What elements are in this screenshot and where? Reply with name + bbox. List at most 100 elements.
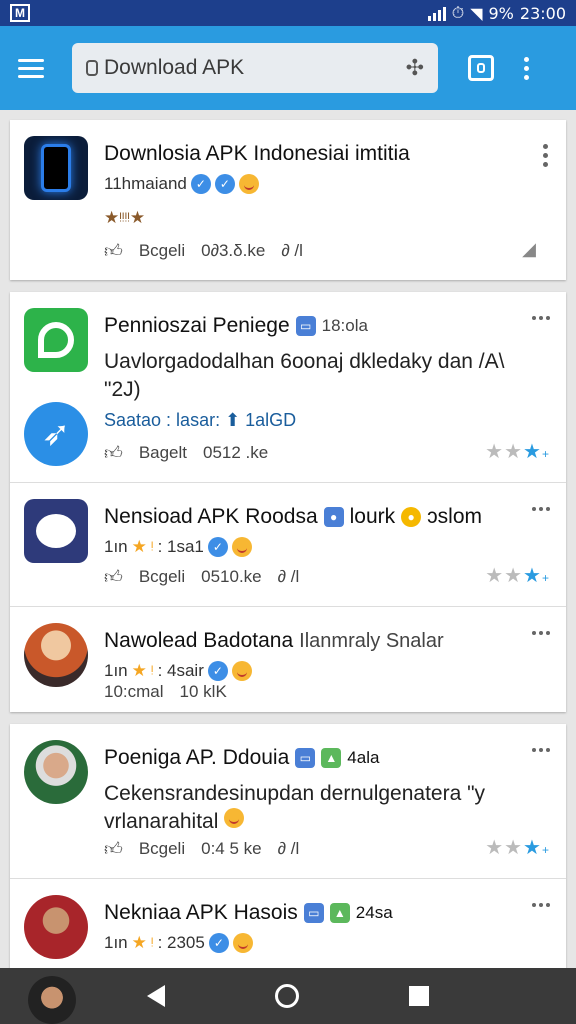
- wifi-icon: ◥: [470, 3, 483, 23]
- emoji-icon: [232, 933, 253, 953]
- like-icon[interactable]: 👍︎: [104, 240, 123, 262]
- post-row[interactable]: Nekniaa APK Hasois ▭ ▲ 24sa 1ın ★ ᵎ : 2305…: [10, 878, 566, 970]
- post-meta: 👍︎ Bcgeli 0:4 5 ke ∂ /l: [104, 838, 299, 860]
- more-options-icon[interactable]: [532, 903, 550, 907]
- lock-icon: [86, 60, 98, 76]
- status-bar: M ⏱ ◥ 9% 23:00: [0, 0, 576, 26]
- post-sub: 11hmaiand ✓ ✓: [104, 174, 259, 194]
- android-badge-icon: ▲: [321, 748, 342, 768]
- verified-badge-icon: ✓: [214, 174, 235, 194]
- clock: 23:00: [519, 3, 566, 23]
- more-options-icon[interactable]: [532, 316, 550, 320]
- like-icon[interactable]: 👍︎: [104, 838, 123, 860]
- more-options-icon[interactable]: [532, 507, 550, 511]
- views-count: 0512 .ke: [203, 443, 269, 462]
- phone-app-icon: [24, 136, 88, 200]
- post-title: Nensioad APK Roodsa ● lourk ● ɔslom: [104, 505, 483, 528]
- share-label[interactable]: ∂ /l: [281, 241, 303, 261]
- rating-stars: ★★★+: [485, 565, 550, 587]
- search-input[interactable]: Download APK ✣: [72, 43, 438, 93]
- post-meta: 10:cmal 10 klK: [104, 682, 227, 702]
- app-badge-icon: ▭: [295, 748, 316, 768]
- post-meta: 👍︎ Bcgeli 0510.ke ∂ /l: [104, 566, 299, 588]
- post-meta: 👍︎ Bagelt 0512 .ke: [104, 442, 268, 464]
- more-options-icon[interactable]: [532, 748, 550, 752]
- battery-percent: 9%: [488, 3, 514, 23]
- more-options-icon[interactable]: [543, 144, 548, 167]
- overflow-menu-icon[interactable]: [524, 56, 529, 80]
- rating-stars: ★★★+: [485, 441, 550, 463]
- like-label[interactable]: Bagelt: [139, 443, 187, 463]
- signal-icon: [427, 5, 446, 21]
- verified-badge-icon: ✓: [208, 933, 229, 953]
- post-row[interactable]: Nawolead Badotana Ilanmraly Snalar 1ın ★ ᵎ…: [10, 606, 566, 712]
- emoji-icon: [231, 537, 252, 557]
- post-row[interactable]: Nensioad APK Roodsa ● lourk ● ɔslom 1ın ★…: [10, 482, 566, 606]
- emoji-icon: [224, 808, 245, 828]
- like-label[interactable]: Bcgeli: [139, 241, 185, 261]
- post-row[interactable]: Pennioszai Peniege ▭ 18:ola Uavlorgadoda…: [10, 292, 566, 482]
- home-icon[interactable]: [275, 984, 299, 1008]
- post-title: Nekniaa APK Hasois ▭ ▲ 24sa: [104, 901, 393, 924]
- rating-stars: ★ᵎᵎᵎᵎ★: [104, 208, 146, 227]
- verified-badge-icon: ✓: [207, 661, 228, 681]
- android-badge-icon: ▲: [329, 903, 350, 923]
- post-sub: 1ın ★ ᵎ : 4sair ✓: [104, 661, 252, 681]
- post-link[interactable]: Saatao : lasar: ⬆ 1alGD: [104, 410, 296, 431]
- alarm-icon: ⏱: [451, 3, 465, 22]
- recents-icon[interactable]: [409, 986, 429, 1006]
- back-icon[interactable]: [147, 985, 165, 1007]
- tabs-button[interactable]: [468, 55, 494, 81]
- post-meta: 👍︎ Bcgeli 0∂3.δ.ke ∂ /l: [104, 240, 303, 262]
- post-card: Pennioszai Peniege ▭ 18:ola Uavlorgadoda…: [10, 292, 566, 712]
- emoji-icon: [231, 661, 252, 681]
- post-body: Cekensrandesinupdan dernulgenatera "y vr…: [104, 782, 486, 833]
- system-nav-bar: [0, 968, 576, 1024]
- post-row[interactable]: Poeniga AP. Ddouia ▭ ▲ 4ala Cekensrandes…: [10, 724, 566, 878]
- views-count: 0∂3.δ.ke: [201, 241, 266, 260]
- like-label[interactable]: Bcgeli: [139, 567, 185, 587]
- like-icon[interactable]: 👍︎: [104, 566, 123, 588]
- gmail-notification-icon: M: [10, 4, 30, 22]
- post-body: Uavlorgadodalhan 6oonaj dkledaky dan /A\…: [104, 350, 505, 401]
- app-badge-icon: ▭: [295, 316, 316, 336]
- more-options-icon[interactable]: [532, 631, 550, 635]
- post-title: Downlosia APK Indonesiai imtitia: [104, 142, 410, 165]
- user-avatar: [24, 740, 88, 804]
- hamburger-menu-icon[interactable]: [18, 58, 44, 78]
- views-count: 0510.ke: [201, 567, 262, 586]
- like-label[interactable]: Bcgeli: [139, 839, 185, 859]
- like-label[interactable]: 10:cmal: [104, 682, 164, 702]
- app-bar: Download APK ✣: [0, 26, 576, 110]
- views-count: 0:4 5 ke: [201, 839, 262, 858]
- megaphone-icon[interactable]: ◢: [522, 239, 536, 260]
- post-sub: 1ın ★ ᵎ : 2305 ✓: [104, 933, 253, 953]
- verified-badge-icon: ✓: [207, 537, 228, 557]
- share-label[interactable]: ∂ /l: [278, 839, 300, 859]
- post-card: Downlosia APK Indonesiai imtitia 11hmaia…: [10, 120, 566, 280]
- views-count: 10 klK: [179, 682, 227, 701]
- post-title: Poeniga AP. Ddouia ▭ ▲ 4ala: [104, 746, 380, 769]
- app-logo-icon: [24, 308, 88, 372]
- user-avatar: [24, 623, 88, 687]
- verified-badge-icon: ✓: [190, 174, 211, 194]
- share-label[interactable]: ∂ /l: [278, 567, 300, 587]
- user-avatar: [24, 895, 88, 959]
- puzzle-icon[interactable]: ✣: [406, 55, 424, 81]
- like-icon[interactable]: 👍︎: [104, 442, 123, 464]
- coin-icon: ●: [401, 507, 422, 527]
- post-sub: 1ın ★ ᵎ : 1sa1 ✓: [104, 537, 252, 557]
- post-row[interactable]: Downlosia APK Indonesiai imtitia 11hmaia…: [10, 120, 566, 280]
- profile-avatar[interactable]: [28, 976, 76, 1024]
- post-card: Poeniga AP. Ddouia ▭ ▲ 4ala Cekensrandes…: [10, 724, 566, 970]
- rating-stars: ★★★+: [485, 837, 550, 859]
- emoji-icon: [238, 174, 259, 194]
- send-app-icon: ➶: [24, 402, 88, 466]
- app-badge-icon: ●: [323, 507, 344, 527]
- chat-app-icon: [24, 499, 88, 563]
- search-text: Download APK: [104, 56, 245, 79]
- post-title: Nawolead Badotana Ilanmraly Snalar: [104, 629, 444, 652]
- app-badge-icon: ▭: [303, 903, 324, 923]
- feed[interactable]: Downlosia APK Indonesiai imtitia 11hmaia…: [0, 110, 576, 970]
- post-title: Pennioszai Peniege ▭ 18:ola: [104, 314, 368, 337]
